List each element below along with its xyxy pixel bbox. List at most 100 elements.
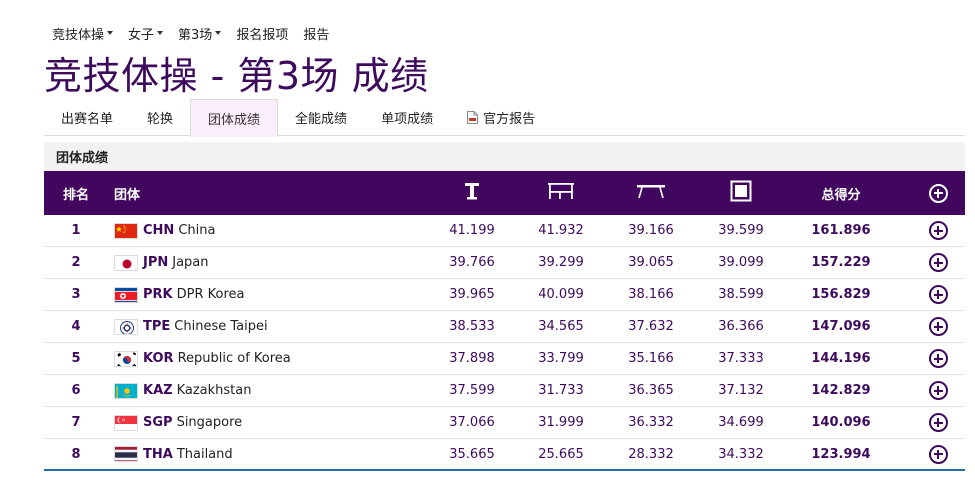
vault-score: 37.898: [449, 351, 495, 366]
table-row: 5 KOR Republic of Korea 37.898 33.799 35.166 3…: [44, 343, 965, 375]
nav-sport-dropdown[interactable]: 竞技体操: [52, 24, 114, 43]
tab-label: 团体成绩: [208, 112, 261, 128]
vault-score: 38.533: [449, 319, 495, 334]
floor-score: 34.332: [718, 446, 764, 462]
table-row: 6 KAZ Kazakhstan 37.599 31.733 36.365 37.132 14…: [44, 375, 965, 407]
tab-label: 官方报告: [483, 112, 536, 127]
tab-team-results[interactable]: 团体成绩: [190, 99, 279, 137]
floor-score: 38.599: [718, 287, 764, 302]
team-results-table: 排名 团体 总得分 1 CHN China 41.199 41.932 39.166 39.…: [44, 171, 965, 471]
total-score: 123.994: [811, 446, 871, 462]
team-cell: PRK DPR Korea: [114, 286, 245, 303]
balance-beam-score: 35.166: [628, 351, 674, 366]
flag-icon: [114, 286, 138, 303]
tab-label: 全能成绩: [295, 112, 348, 127]
total-score: 156.829: [811, 287, 871, 302]
pdf-document-icon: [467, 111, 479, 124]
expand-row-button[interactable]: [927, 284, 949, 306]
flag-icon: [114, 446, 138, 462]
uneven-bars-score: 33.799: [538, 351, 584, 366]
expand-row-button[interactable]: [927, 380, 949, 402]
nav-sport-label: 竞技体操: [52, 27, 105, 43]
country-name: Kazakhstan: [176, 383, 252, 398]
balance-beam-score: 28.332: [628, 446, 674, 462]
uneven-bars-score: 31.999: [538, 415, 584, 430]
nav-entries-link[interactable]: 报名报项: [236, 24, 288, 43]
noc-code: JPN: [143, 255, 169, 270]
plus-circle-icon: [928, 221, 948, 240]
vault-score: 35.665: [449, 446, 495, 462]
country-name: Chinese Taipei: [174, 319, 268, 334]
country-name: China: [178, 223, 216, 238]
total-score: 144.196: [811, 351, 871, 366]
country-name: Thailand: [176, 446, 233, 462]
flag-icon: [114, 222, 138, 239]
noc-code: TPE: [143, 319, 171, 334]
tab-rotations[interactable]: 轮换: [130, 99, 190, 136]
plus-circle-icon: [928, 285, 948, 304]
tab-bar: 出赛名单 轮换 团体成绩 全能成绩 单项成绩 官方报告: [44, 99, 965, 137]
vault-icon: [427, 181, 517, 205]
plus-circle-icon: [928, 444, 948, 464]
team-cell: KAZ Kazakhstan: [114, 382, 252, 399]
plus-circle-icon: [928, 349, 948, 368]
nav-entries-label: 报名报项: [236, 27, 289, 43]
tab-label: 轮换: [147, 112, 174, 127]
nav-reports-link[interactable]: 报告: [303, 24, 329, 43]
expand-row-button[interactable]: [927, 443, 949, 465]
vault-score: 37.599: [449, 383, 495, 398]
tab-start-list[interactable]: 出赛名单: [44, 99, 130, 136]
balance-beam-score: 39.065: [628, 255, 674, 270]
country-name: Republic of Korea: [177, 351, 291, 366]
plus-circle-icon: [928, 183, 948, 203]
tab-label: 出赛名单: [61, 112, 114, 127]
nav-gender-label: 女子: [128, 27, 155, 43]
tab-label: 单项成绩: [381, 112, 434, 127]
total-score: 140.096: [811, 415, 871, 430]
plus-circle-icon: [928, 317, 948, 336]
expand-row-button[interactable]: [927, 220, 949, 242]
plus-circle-icon: [928, 253, 948, 272]
tab-apparatus[interactable]: 单项成绩: [364, 99, 450, 136]
team-cell: KOR Republic of Korea: [114, 350, 291, 367]
plus-circle-icon: [928, 381, 948, 400]
flag-icon: [114, 318, 138, 335]
floor-score: 36.366: [718, 319, 764, 334]
balance-beam-score: 39.166: [628, 223, 674, 238]
noc-code: SGP: [143, 415, 173, 430]
expand-all-button[interactable]: [927, 182, 949, 204]
table-row: 4 TPE Chinese Taipei 38.533 34.565 37.632 36.3…: [44, 311, 965, 343]
floor-score: 34.699: [718, 415, 764, 430]
country-name: DPR Korea: [176, 287, 245, 302]
vault-score: 39.965: [449, 287, 495, 302]
team-cell: JPN Japan: [114, 254, 209, 271]
expand-row-button[interactable]: [927, 316, 949, 338]
flag-icon: [114, 414, 138, 431]
tab-official-report[interactable]: 官方报告: [450, 99, 552, 136]
uneven-bars-icon: [516, 181, 606, 205]
page-title: 竞技体操 - 第3场 成绩: [44, 54, 429, 98]
table-row: 1 CHN China 41.199 41.932 39.166 39.599 161.896: [44, 215, 965, 247]
nav-gender-dropdown[interactable]: 女子: [128, 24, 164, 43]
tab-all-around[interactable]: 全能成绩: [278, 99, 364, 136]
floor-score: 39.599: [718, 223, 764, 238]
floor-score: 37.132: [718, 383, 764, 398]
expand-row-button[interactable]: [927, 348, 949, 370]
flag-icon: [114, 350, 138, 367]
header-total: 总得分: [821, 187, 861, 203]
expand-row-button[interactable]: [927, 412, 949, 434]
top-nav: 竞技体操 女子 第3场 报名报项 报告: [52, 23, 344, 43]
rank-cell: 8: [71, 446, 81, 462]
uneven-bars-score: 31.733: [538, 383, 584, 398]
noc-code: KOR: [143, 351, 174, 366]
total-score: 147.096: [811, 319, 871, 334]
noc-code: PRK: [143, 287, 173, 302]
chevron-down-icon: [157, 31, 164, 35]
table-row: 2 JPN Japan 39.766 39.299 39.065 39.099 157.229: [44, 247, 965, 279]
expand-row-button[interactable]: [927, 252, 949, 274]
nav-session-label: 第3场: [178, 27, 213, 43]
balance-beam-score: 36.332: [628, 415, 674, 430]
rank-cell: 7: [71, 415, 81, 430]
nav-session-dropdown[interactable]: 第3场: [178, 24, 222, 43]
floor-score: 37.333: [718, 351, 764, 366]
